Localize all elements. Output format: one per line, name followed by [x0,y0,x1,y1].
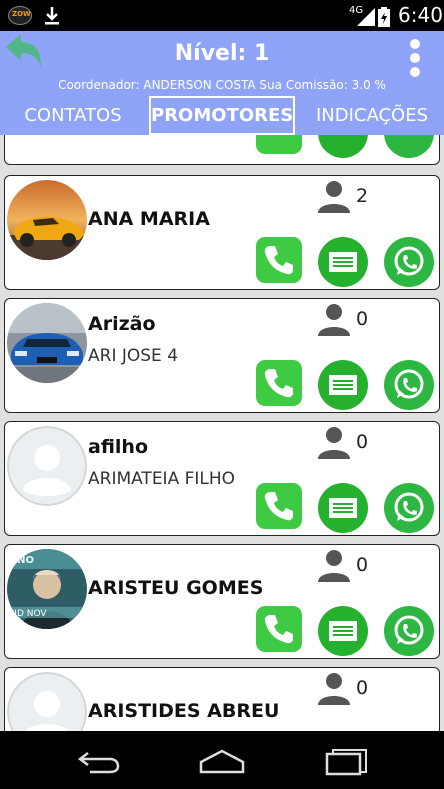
status-bar: ZOW 4G 6:40 [0,0,444,31]
default-avatar [7,426,87,506]
blue-car-photo [7,303,87,383]
signal-icon [357,8,375,26]
app-header: Nível: 1 Coordenador: ANDERSON COSTA Sua… [0,31,444,135]
whatsapp-icon [394,369,424,399]
person-icon [318,181,350,213]
whatsapp-button[interactable] [384,135,434,158]
referral-count: 0 [356,431,369,453]
promoters-list[interactable]: ANA MARIA 2 Arizão ARI JOSE 4 0 afilho A… [0,135,444,731]
card-actions [256,606,436,656]
promoter-name: ANA MARIA [88,208,210,230]
promoter-card[interactable]: afilho ARIMATEIA FILHO 0 [4,421,440,536]
recents-nav-icon[interactable] [324,748,368,776]
page-title: Nível: 1 [174,41,270,66]
default-avatar [7,672,87,731]
avatar: UNO CID NOV [7,549,87,629]
whatsapp-button[interactable] [384,237,434,287]
promoter-card[interactable]: ARISTIDES ABREU 0 [4,667,440,731]
overflow-menu-icon[interactable] [405,39,425,81]
call-button[interactable] [256,360,302,406]
message-icon [329,621,357,641]
referral-count: 0 [356,554,369,576]
promoter-card-partial[interactable] [4,135,440,165]
sms-button[interactable] [318,135,368,158]
poster-top-text: UNO [9,555,34,566]
system-nav-bar [0,731,444,789]
poster-bottom-text: CID NOV [8,609,47,619]
avatar [7,303,87,383]
tab-bar: CONTATOS PROMOTORES INDICAÇÕES [0,96,444,135]
card-actions [256,360,436,410]
avatar [7,180,87,260]
person-icon [318,304,350,336]
promoter-name: ARISTIDES ABREU [88,700,280,722]
whatsapp-icon [394,492,424,522]
phone-icon [264,369,293,398]
whatsapp-button[interactable] [384,360,434,410]
app-badge-icon: ZOW [8,6,32,25]
promoter-full-name: ARIMATEIA FILHO [88,469,236,489]
promoter-card[interactable]: UNO CID NOV ARISTEU GOMES 0 [4,544,440,659]
card-actions [256,135,436,158]
home-nav-icon[interactable] [199,749,245,775]
phone-icon [264,615,293,644]
sports-car-photo [7,180,87,260]
card-actions [256,483,436,533]
call-button[interactable] [256,135,302,154]
promoter-name: Arizão [88,313,156,335]
phone-icon [264,492,293,521]
referral-count: 2 [356,185,369,207]
promoter-full-name: ARI JOSE 4 [88,346,179,366]
tab-contatos[interactable]: CONTATOS [14,96,132,135]
whatsapp-button[interactable] [384,606,434,656]
card-actions [256,237,436,287]
clock: 6:40 [398,3,443,27]
avatar [7,672,87,731]
whatsapp-button[interactable] [384,483,434,533]
call-button[interactable] [256,606,302,652]
coordinator-info: Coordenador: ANDERSON COSTA Sua Comissão… [58,78,386,92]
call-button[interactable] [256,483,302,529]
message-icon [329,252,357,272]
promoter-name: ARISTEU GOMES [88,577,264,599]
tab-promotores[interactable]: PROMOTORES [149,96,295,135]
sms-button[interactable] [318,483,368,533]
promoter-card[interactable]: Arizão ARI JOSE 4 0 [4,298,440,413]
tab-indicacoes[interactable]: INDICAÇÕES [311,96,433,135]
whatsapp-icon [394,246,424,276]
referral-count: 0 [356,308,369,330]
app-badge-text: ZOW [12,10,31,18]
call-button[interactable] [256,237,302,283]
phone-icon [264,246,293,275]
person-icon [318,550,350,582]
whatsapp-icon [394,615,424,645]
promoter-card[interactable]: ANA MARIA 2 [4,175,440,290]
sms-button[interactable] [318,237,368,287]
avatar [7,426,87,506]
message-icon [329,498,357,518]
message-icon [329,375,357,395]
promoter-name: afilho [88,436,148,458]
battery-icon [378,7,390,27]
sms-button[interactable] [318,360,368,410]
person-icon [318,427,350,459]
referral-count: 0 [356,677,369,699]
back-nav-icon[interactable] [78,749,120,775]
sms-button[interactable] [318,606,368,656]
person-icon [318,673,350,705]
poster-photo: UNO CID NOV [7,549,87,629]
download-icon [45,7,59,25]
